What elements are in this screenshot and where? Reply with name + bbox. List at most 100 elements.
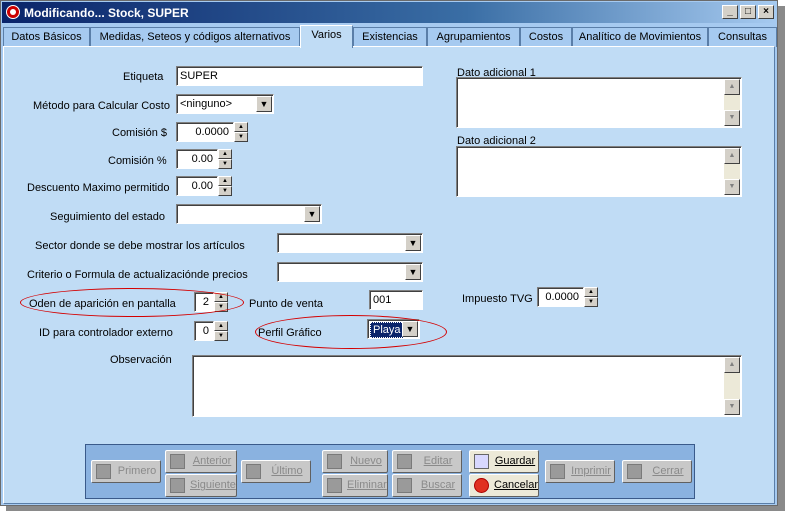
- title-bar[interactable]: Modificando... Stock, SUPER _ □ ×: [2, 2, 776, 23]
- comision-pct-spinner[interactable]: ▲ ▼: [218, 149, 232, 169]
- descuento-spinner[interactable]: ▲ ▼: [218, 176, 232, 196]
- impuesto-tvg-field[interactable]: 0.0000: [537, 287, 584, 307]
- comision-pct-field[interactable]: 0.00: [176, 149, 218, 169]
- spin-up-icon[interactable]: ▲: [234, 122, 248, 132]
- cancelar-button[interactable]: Cancelar: [469, 474, 539, 497]
- scrollbar[interactable]: ▲ ▼: [724, 357, 740, 415]
- tab-datos-basicos[interactable]: Datos Básicos: [3, 27, 90, 47]
- chevron-down-icon[interactable]: ▼: [405, 235, 421, 251]
- punto-venta-label: Punto de venta: [249, 298, 324, 310]
- scroll-up-icon[interactable]: ▲: [724, 148, 740, 164]
- siguiente-label: Siguiente: [190, 479, 236, 491]
- etiqueta-field[interactable]: SUPER: [176, 66, 423, 86]
- metodo-value: <ninguno>: [180, 98, 232, 110]
- spin-down-icon[interactable]: ▼: [214, 331, 228, 341]
- id-controlador-spinner[interactable]: ▲ ▼: [214, 321, 228, 341]
- perfil-grafico-select[interactable]: Playa ▼: [367, 319, 420, 339]
- sector-label: Sector donde se debe mostrar los artícul…: [35, 240, 245, 252]
- chevron-down-icon[interactable]: ▼: [304, 206, 320, 222]
- minimize-icon[interactable]: _: [722, 5, 738, 19]
- window-title: Modificando... Stock, SUPER: [24, 6, 189, 20]
- comision-pesos-field[interactable]: 0.0000: [176, 122, 234, 142]
- close-icon[interactable]: ×: [758, 5, 774, 19]
- buscar-label: Buscar: [420, 479, 456, 491]
- cerrar-icon: [627, 464, 642, 479]
- anterior-button[interactable]: Anterior: [165, 450, 237, 473]
- scrollbar[interactable]: ▲ ▼: [724, 79, 740, 126]
- comision-pct-label: Comisión %: [108, 155, 167, 167]
- dato-adicional-1-field[interactable]: ▲ ▼: [456, 77, 742, 128]
- scroll-up-icon[interactable]: ▲: [724, 357, 740, 373]
- scroll-down-icon[interactable]: ▼: [724, 179, 740, 195]
- spin-down-icon[interactable]: ▼: [218, 159, 232, 169]
- seguimiento-select[interactable]: ▼: [176, 204, 322, 224]
- orden-field[interactable]: 2: [194, 292, 214, 312]
- spin-up-icon[interactable]: ▲: [218, 149, 232, 159]
- id-controlador-field[interactable]: 0: [194, 321, 214, 341]
- impuesto-tvg-spinner[interactable]: ▲ ▼: [584, 287, 598, 307]
- spin-down-icon[interactable]: ▼: [218, 186, 232, 196]
- imprimir-label: Imprimir: [571, 465, 611, 477]
- scrollbar[interactable]: ▲ ▼: [724, 148, 740, 195]
- tab-consultas[interactable]: Consultas: [708, 27, 777, 47]
- spin-up-icon[interactable]: ▲: [214, 292, 228, 302]
- buscar-icon: [397, 478, 412, 493]
- scroll-down-icon[interactable]: ▼: [724, 399, 740, 415]
- buscar-button[interactable]: Buscar: [392, 474, 462, 497]
- spin-down-icon[interactable]: ▼: [234, 132, 248, 142]
- nuevo-label: Nuevo: [350, 455, 382, 467]
- seguimiento-label: Seguimiento del estado: [50, 211, 165, 223]
- metodo-select[interactable]: <ninguno> ▼: [176, 94, 274, 114]
- criterio-label: Criterio o Formula de actualizacióndе pr…: [27, 269, 248, 281]
- tab-existencias[interactable]: Existencias: [353, 27, 427, 47]
- spin-up-icon[interactable]: ▲: [584, 287, 598, 297]
- ultimo-icon: [246, 464, 261, 479]
- tab-bar: Datos Básicos Medidas, Seteos y códigos …: [3, 25, 777, 48]
- scroll-up-icon[interactable]: ▲: [724, 79, 740, 95]
- id-controlador-label: ID para controlador externo: [39, 327, 173, 339]
- orden-spinner[interactable]: ▲ ▼: [214, 292, 228, 312]
- chevron-down-icon[interactable]: ▼: [402, 321, 418, 337]
- scroll-down-icon[interactable]: ▼: [724, 110, 740, 126]
- primero-icon: [96, 464, 111, 479]
- siguiente-button[interactable]: Siguiente: [165, 474, 237, 497]
- editar-button[interactable]: Editar: [392, 450, 462, 473]
- cancel-icon: [474, 478, 489, 493]
- eliminar-icon: [327, 478, 342, 493]
- tab-agrupamientos[interactable]: Agrupamientos: [427, 27, 520, 47]
- spin-up-icon[interactable]: ▲: [218, 176, 232, 186]
- spin-up-icon[interactable]: ▲: [214, 321, 228, 331]
- perfil-grafico-label: Perfil Gráfico: [258, 327, 322, 339]
- tab-costos[interactable]: Costos: [520, 27, 572, 47]
- etiqueta-label: Etiqueta: [123, 71, 164, 83]
- comision-pesos-label: Comisión $: [112, 127, 168, 139]
- tab-analitico[interactable]: Analítico de Movimientos: [572, 27, 708, 47]
- maximize-icon[interactable]: □: [740, 5, 756, 19]
- observacion-field[interactable]: ▲ ▼: [192, 355, 742, 417]
- imprimir-button[interactable]: Imprimir: [545, 460, 615, 483]
- spin-down-icon[interactable]: ▼: [214, 302, 228, 312]
- nuevo-button[interactable]: Nuevo: [322, 450, 388, 473]
- guardar-button[interactable]: Guardar: [469, 450, 539, 473]
- tab-varios[interactable]: Varios: [300, 25, 353, 48]
- sector-select[interactable]: ▼: [277, 233, 423, 253]
- descuento-label: Descuento Maximo permitido: [27, 182, 170, 194]
- ultimo-button[interactable]: Último: [241, 460, 311, 483]
- editar-label: Editar: [423, 455, 453, 467]
- punto-venta-field[interactable]: 001: [369, 290, 423, 310]
- dato-adicional-2-field[interactable]: ▲ ▼: [456, 146, 742, 197]
- chevron-down-icon[interactable]: ▼: [256, 96, 272, 112]
- tab-medidas[interactable]: Medidas, Seteos y códigos alternativos: [90, 27, 300, 47]
- cerrar-button[interactable]: Cerrar: [622, 460, 692, 483]
- app-icon: [6, 5, 20, 19]
- observacion-label: Observación: [110, 354, 172, 366]
- spin-down-icon[interactable]: ▼: [584, 297, 598, 307]
- imprimir-icon: [550, 464, 565, 479]
- criterio-select[interactable]: ▼: [277, 262, 423, 282]
- comision-pesos-spinner[interactable]: ▲ ▼: [234, 122, 248, 142]
- primero-button[interactable]: Primero: [91, 460, 161, 483]
- eliminar-button[interactable]: Eliminar: [322, 474, 388, 497]
- descuento-field[interactable]: 0.00: [176, 176, 218, 196]
- anterior-icon: [170, 454, 185, 469]
- chevron-down-icon[interactable]: ▼: [405, 264, 421, 280]
